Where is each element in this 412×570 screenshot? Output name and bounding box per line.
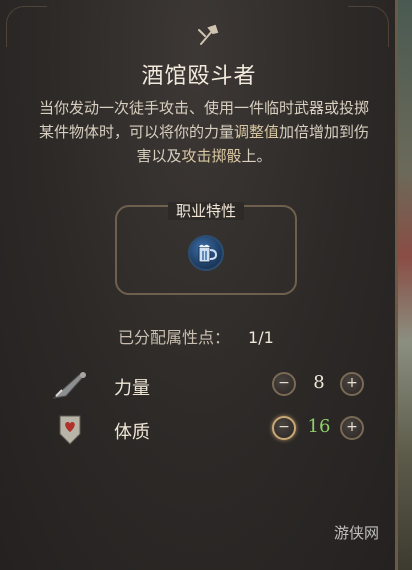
decrease-strength-button[interactable]: − <box>272 372 296 396</box>
ability-value: 8 <box>313 372 325 393</box>
ability-name: 体质 <box>114 422 150 443</box>
increase-strength-button[interactable]: + <box>340 372 364 396</box>
description-text: 上。 <box>241 147 272 165</box>
ability-row-constitution: 体质 − 16 + <box>0 408 398 452</box>
panel-corner-ornament <box>348 6 389 47</box>
background-scenery <box>396 0 412 570</box>
beer-mug-icon[interactable] <box>188 235 224 271</box>
panel-corner-ornament <box>6 6 47 47</box>
ability-row-strength: 力量 − 8 + <box>0 364 398 408</box>
points-label: 已分配属性点： <box>118 328 231 347</box>
feat-description: 当你发动一次徒手攻击、使用一件临时武器或投掷某件物体时，可以将你的力量调整值加倍… <box>34 96 374 168</box>
watermark: 游侠网 <box>334 524 380 542</box>
points-value: 1/1 <box>248 328 274 347</box>
hammer-axe-icon <box>198 24 219 45</box>
sword-arm-icon <box>52 372 86 399</box>
description-highlight[interactable]: 调整值 <box>234 123 279 141</box>
ability-name: 力量 <box>114 378 150 399</box>
ability-value: 16 <box>307 416 331 437</box>
feat-title: 酒馆殴斗者 <box>141 64 257 89</box>
decrease-constitution-button[interactable]: − <box>272 416 296 440</box>
increase-constitution-button[interactable]: + <box>340 416 364 440</box>
heart-banner-icon <box>59 415 81 445</box>
description-highlight[interactable]: 攻击掷骰 <box>181 147 241 165</box>
allocated-points: 已分配属性点： 1/1 <box>118 324 274 348</box>
trait-label: 职业特性 <box>0 200 412 221</box>
